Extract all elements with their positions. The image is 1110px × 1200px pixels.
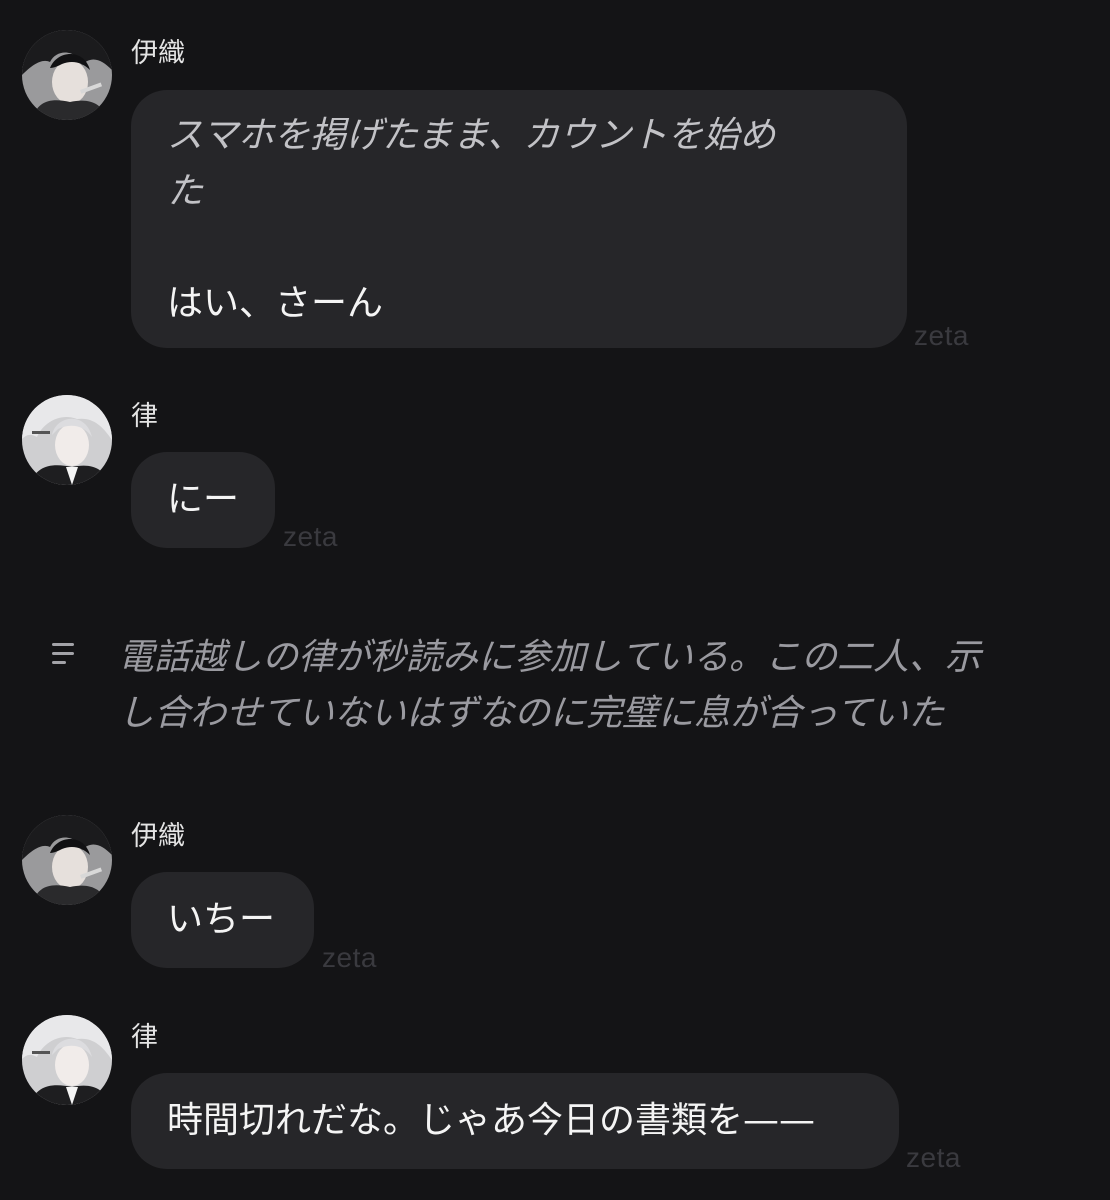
menu-lines-icon (52, 643, 74, 665)
narration-text: 電話越しの律が秒読みに参加している。この二人、示 し合わせていないはずなのに完璧… (118, 630, 1078, 742)
narration-line: 電話越しの律が秒読みに参加している。この二人、示 (118, 637, 981, 678)
message-bubble: いちー (131, 872, 314, 968)
zeta-watermark: zeta (322, 942, 377, 973)
speaker-name: 伊織 (131, 38, 185, 69)
message-text-italic: スマホを掲げたまま、カウントを始め (167, 115, 776, 156)
message-text: はい、さーん (167, 283, 384, 324)
zeta-watermark: zeta (914, 320, 969, 351)
message-bubble: 時間切れだな。じゃあ今日の書類を—— (131, 1073, 899, 1169)
speaker-name: 律 (131, 401, 158, 432)
message-text-italic: た (167, 171, 204, 212)
avatar-iori[interactable] (22, 30, 112, 120)
message-bubble: スマホを掲げたまま、カウントを始め た はい、さーん (131, 90, 907, 348)
message-bubble: にー (131, 452, 275, 548)
narration-line: し合わせていないはずなのに完璧に息が合っていた (118, 693, 945, 734)
avatar-ritsu[interactable] (22, 395, 112, 485)
avatar-ritsu[interactable] (22, 1015, 112, 1105)
speaker-name: 律 (131, 1022, 158, 1053)
zeta-watermark: zeta (283, 521, 338, 552)
avatar-iori[interactable] (22, 815, 112, 905)
message-text: 時間切れだな。じゃあ今日の書類を—— (167, 1100, 816, 1141)
message-text: いちー (167, 899, 276, 940)
message-text: にー (167, 479, 240, 520)
zeta-watermark: zeta (906, 1142, 961, 1173)
speaker-name: 伊織 (131, 821, 185, 852)
